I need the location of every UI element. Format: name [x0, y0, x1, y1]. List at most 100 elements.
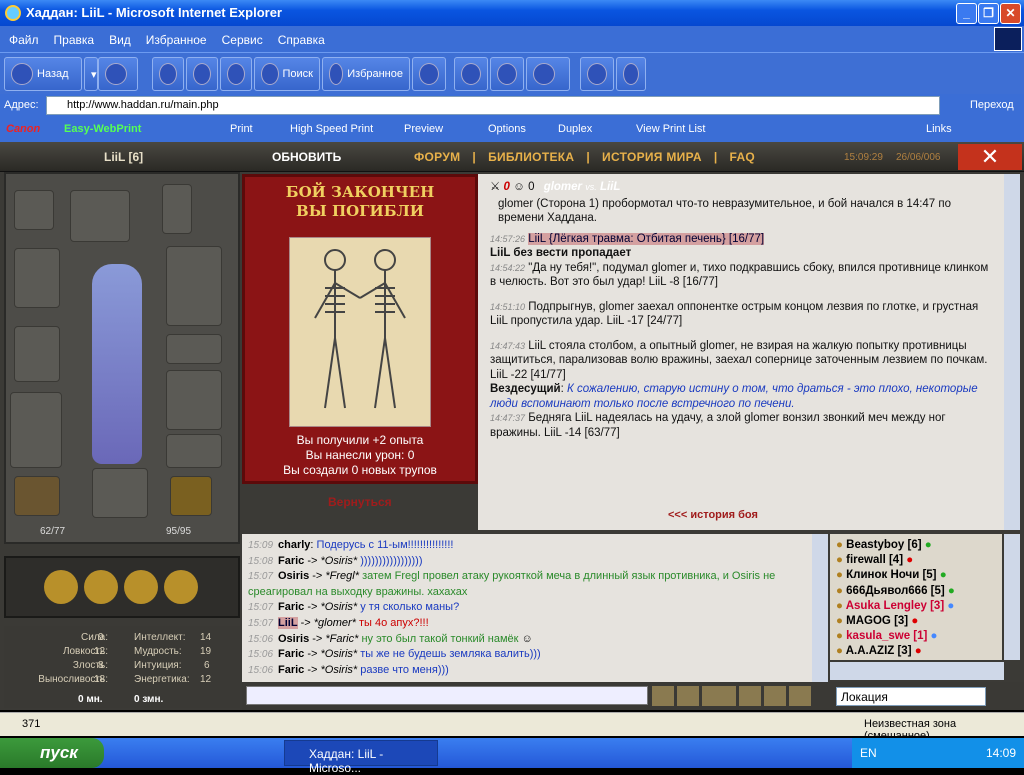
nav-faq[interactable]: FAQ	[729, 150, 755, 164]
menu-favorites[interactable]: Избранное	[137, 26, 213, 47]
stop-button[interactable]	[152, 57, 184, 91]
duplex-link[interactable]: Duplex	[558, 123, 592, 135]
language-indicator[interactable]: EN	[860, 746, 877, 760]
leggings-slot[interactable]	[10, 392, 62, 468]
armor-slot[interactable]	[14, 326, 60, 382]
gear-icon[interactable]	[789, 686, 811, 706]
refresh-game-button[interactable]: ОБНОВИТЬ	[272, 150, 341, 164]
user-item[interactable]: ● Asuka Lengley [3] ●	[836, 599, 1002, 614]
discuss-button[interactable]	[580, 57, 614, 91]
log-entry-start: glomer (Сторона 1) пробормотал что-то не…	[498, 197, 952, 225]
menu-file[interactable]: Файл	[0, 26, 45, 47]
easy-webprint-menu[interactable]: Easy-WebPrint	[64, 123, 141, 135]
nav-library[interactable]: БИБЛИОТЕКА	[488, 150, 574, 164]
menu-view[interactable]: Вид	[100, 26, 137, 47]
search-button[interactable]: Поиск	[254, 57, 320, 91]
favorites-button[interactable]: Избранное	[322, 57, 410, 91]
user-item[interactable]: ● MAGOG [3] ●	[836, 614, 1002, 629]
ring-slot[interactable]	[14, 190, 54, 230]
chat-log: 15:09 charly: Подерусь с 11-ым!!!!!!!!!!!…	[242, 534, 812, 682]
exit-game-button[interactable]: ✕	[958, 144, 1022, 170]
minimize-button[interactable]: _	[956, 3, 977, 24]
battle-log-scrollbar[interactable]	[1004, 174, 1020, 530]
menu-help[interactable]: Справка	[269, 26, 331, 47]
chat-line: 15:06 Faric -> *Osiris* ты же не будешь з…	[248, 648, 541, 661]
stat-intuition-value: 6	[204, 660, 210, 671]
menu-edit[interactable]: Правка	[45, 26, 101, 47]
hand-icon[interactable]	[124, 570, 158, 604]
amulet-slot[interactable]	[162, 184, 192, 234]
user-item[interactable]: ● Клинок Ночи [5] ●	[836, 568, 1002, 583]
refresh-button[interactable]	[186, 57, 218, 91]
back-button[interactable]: Назад	[4, 57, 82, 91]
bracer-slot[interactable]	[166, 370, 222, 430]
exp-gained: Вы получили +2 опыта	[296, 433, 424, 447]
nav-world-history[interactable]: ИСТОРИЯ МИРА	[602, 150, 702, 164]
start-button[interactable]: пуск	[0, 738, 104, 768]
user-item[interactable]: ● kasula_swe [1] ●	[836, 629, 1002, 644]
mp-value: 95/95	[166, 526, 192, 537]
lambda-icon[interactable]	[739, 686, 761, 706]
preview-link[interactable]: Preview	[404, 123, 443, 135]
belt-slot[interactable]	[166, 434, 222, 468]
high-speed-print-link[interactable]: High Speed Print	[290, 123, 373, 135]
battle-result-card: БОЙ ЗАКОНЧЕН ВЫ ПОГИБЛИ Вы получили +2 оп…	[242, 174, 478, 484]
options-link[interactable]: Options	[488, 123, 526, 135]
location-select[interactable]: Локация	[836, 687, 986, 706]
print-button[interactable]	[490, 57, 524, 91]
users-hscroll[interactable]	[830, 662, 1004, 680]
sword-slot[interactable]	[166, 246, 222, 326]
chat-message-input[interactable]	[246, 686, 648, 705]
address-input[interactable]: http://www.haddan.ru/main.php	[46, 96, 940, 115]
chat-line: 15:07 Faric -> *Osiris* у тя сколько маны…	[248, 601, 460, 614]
chat-tools	[652, 686, 812, 706]
mail-button[interactable]	[454, 57, 488, 91]
history-button[interactable]	[412, 57, 446, 91]
user-item[interactable]: ● A.A.AZIZ [3] ●	[836, 644, 1002, 659]
sun-icon[interactable]	[170, 476, 212, 516]
user-item[interactable]: ● 666Дьявол666 [5] ●	[836, 584, 1002, 599]
check-icon[interactable]	[652, 686, 674, 706]
nav-forum[interactable]: ФОРУМ	[414, 150, 460, 164]
cross-icon[interactable]	[764, 686, 786, 706]
close-button[interactable]: ✕	[1000, 3, 1021, 24]
printer-icon	[497, 63, 517, 85]
back-dropdown-button[interactable]: ▾	[84, 57, 98, 91]
messenger-button[interactable]	[616, 57, 646, 91]
gloves-slot[interactable]	[166, 334, 222, 364]
helmet-slot[interactable]	[70, 190, 130, 242]
user-item[interactable]: ● firewall [4] ●	[836, 553, 1002, 568]
stat-intuition-label: Интуиция:	[134, 660, 182, 671]
taskbar-ie-window[interactable]: Хаддан: LiiL - Microso...	[284, 740, 438, 775]
maximize-button[interactable]: ❐	[978, 3, 999, 24]
boots-slot[interactable]	[92, 468, 148, 518]
info-icon[interactable]	[44, 570, 78, 604]
users-scrollbar[interactable]	[1004, 534, 1020, 660]
book-icon[interactable]	[164, 570, 198, 604]
stat-anger-value: 8	[98, 660, 104, 671]
edit-button[interactable]	[526, 57, 570, 91]
links-button[interactable]: Links	[926, 123, 952, 135]
stat-agility-value: 12	[94, 646, 106, 657]
chat-scrollbar[interactable]	[812, 534, 828, 682]
stat-anger-label: Злость:	[72, 660, 108, 671]
stat-energy-label: Энергетика:	[134, 674, 190, 685]
view-print-list-link[interactable]: View Print List	[636, 123, 706, 135]
menu-tools[interactable]: Сервис	[213, 26, 269, 47]
damage-dealt: Вы нанесли урон: 0	[305, 448, 415, 462]
bag-icon[interactable]	[84, 570, 118, 604]
shield-slot[interactable]	[14, 248, 60, 308]
mask-icon[interactable]	[677, 686, 699, 706]
stat-strength-label: Сила:	[81, 632, 108, 643]
heart-icon[interactable]	[14, 476, 60, 516]
go-button[interactable]: Переход	[946, 96, 1014, 111]
font-icon[interactable]	[702, 686, 736, 706]
battle-history-link[interactable]: <<< история боя	[668, 508, 758, 523]
forward-button[interactable]	[98, 57, 138, 91]
refresh-icon	[193, 63, 211, 85]
chat-line: 15:08 Faric -> *Osiris* )))))))))))))))))	[248, 554, 423, 567]
print-link[interactable]: Print	[230, 123, 253, 135]
home-button[interactable]	[220, 57, 252, 91]
user-item[interactable]: ● Beastyboy [6] ●	[836, 538, 1002, 553]
return-link[interactable]: Вернуться	[328, 495, 392, 509]
